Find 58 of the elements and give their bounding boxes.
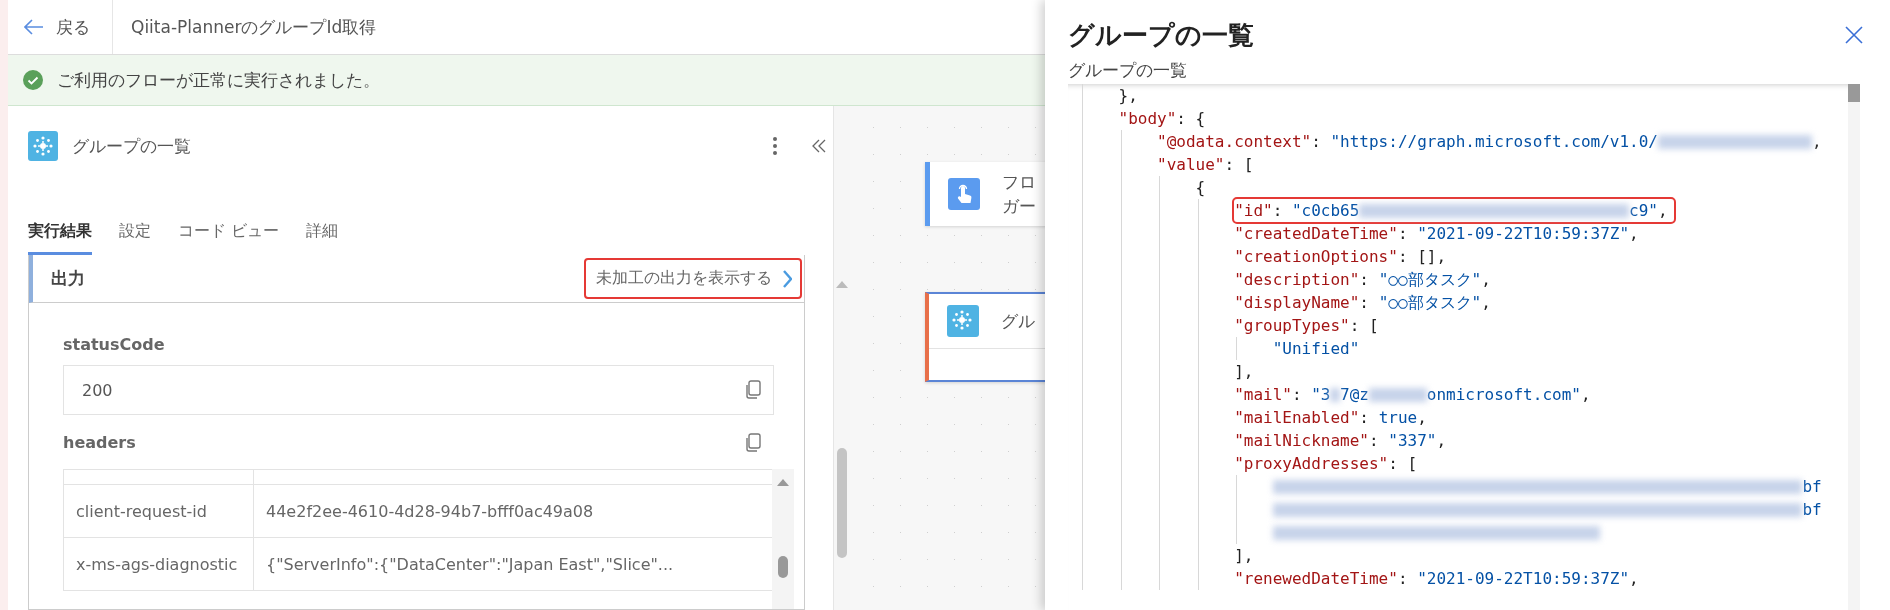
check-circle-icon — [23, 70, 43, 90]
code-line: "groupTypes": [ — [1233, 315, 1380, 337]
code-line: "mailEnabled": true, — [1233, 407, 1428, 429]
collapse-button[interactable] — [811, 138, 827, 154]
code-line: "mail": "3 7@z onmicrosoft.com", — [1233, 384, 1592, 406]
copy-button[interactable] — [744, 380, 762, 399]
code-line: "proxyAddresses": [ — [1233, 453, 1419, 475]
code-line: "creationOptions": [], — [1233, 246, 1448, 268]
panel-scrollbar[interactable] — [833, 106, 850, 610]
more-options-button[interactable] — [773, 137, 777, 155]
code-line: "body": { — [1117, 108, 1207, 130]
flow-title: Qiita-PlannerのグループId取得 — [130, 15, 377, 39]
step-title: フロ — [1002, 171, 1036, 194]
tab[interactable]: 実行結果 — [28, 221, 92, 255]
panel-subtitle: グループの一覧 — [1068, 60, 1188, 80]
chevron-right-icon — [782, 269, 792, 288]
table-scrollbar[interactable] — [772, 469, 794, 609]
flow-step-card[interactable]: フロ ガー — [925, 162, 1045, 226]
action-title: グループの一覧 — [72, 134, 192, 158]
close-icon — [1845, 26, 1863, 44]
field-label: statusCode — [63, 334, 165, 354]
copy-button[interactable] — [744, 432, 762, 452]
vertical-dots-icon — [773, 137, 777, 155]
field-label: headers — [63, 432, 136, 452]
code-line: "value": [ — [1156, 154, 1255, 176]
action-icon — [947, 305, 979, 337]
raw-output-link[interactable]: 未加工の出力を表示する — [584, 258, 802, 299]
value-field[interactable]: 200 — [63, 365, 774, 415]
code-line: "description": "○○部タスク", — [1233, 269, 1492, 291]
hand-pointer-icon — [948, 178, 980, 210]
step-title: ガー — [1002, 195, 1036, 218]
tab[interactable]: 詳細 — [306, 221, 339, 255]
table-cell: x-ms-ags-diagnostic — [63, 537, 254, 591]
back-arrow-icon — [24, 19, 44, 35]
code-line: ], — [1233, 545, 1255, 567]
copy-icon — [744, 380, 762, 399]
tab[interactable]: 設定 — [119, 221, 151, 255]
panel-title: グループの一覧 — [1068, 20, 1254, 50]
code-line: { — [1194, 177, 1207, 199]
double-chevron-left-icon — [811, 138, 827, 154]
code-line: "renewedDateTime": "2021-09-22T10:59:37Z", — [1233, 568, 1640, 590]
code-line: "createdDateTime": "2021-09-22T10:59:37Z", — [1233, 223, 1640, 245]
close-button[interactable] — [1845, 26, 1863, 44]
code-line: "mailNickname": "337", — [1233, 430, 1448, 452]
code-line: ], — [1233, 361, 1255, 383]
code-line: "Unified" — [1271, 338, 1361, 360]
banner-message: ご利用のフローが正常に実行されました。 — [57, 68, 380, 92]
output-title: 出力 — [51, 267, 85, 290]
copy-icon — [744, 432, 762, 452]
code-line: }, — [1117, 85, 1139, 107]
action-icon — [28, 131, 58, 161]
table-cell: client-request-id — [63, 484, 254, 538]
code-line: "displayName": "○○部タスク", — [1233, 292, 1492, 314]
tab[interactable]: コード ビュー — [178, 221, 280, 255]
code-line: "@odata.context": "https://graph.microsoft.com/v1.0/ , — [1156, 131, 1823, 153]
flow-step-card[interactable]: グル — [925, 292, 1045, 382]
step-title: グル — [1001, 310, 1035, 333]
code-scrollbar[interactable] — [1848, 84, 1860, 610]
